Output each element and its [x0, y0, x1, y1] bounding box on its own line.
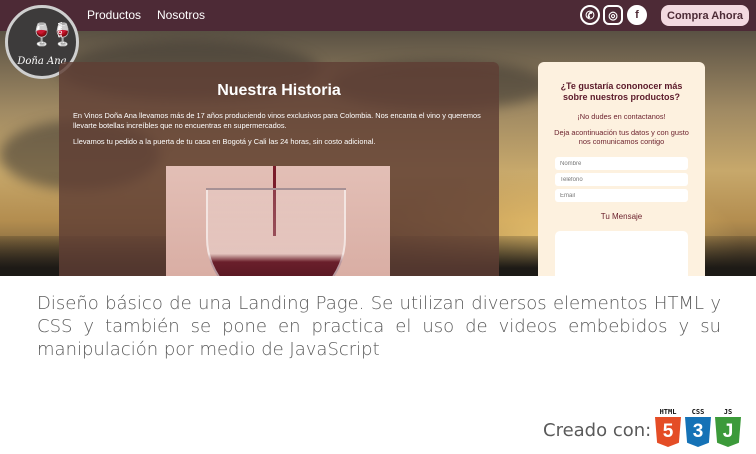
whatsapp-icon[interactable]: ✆: [580, 5, 600, 25]
message-label: Tu Mensaje: [600, 212, 643, 221]
form-title: ¿Te gustaría cononocer más sobre nuestro…: [560, 81, 683, 102]
name-field[interactable]: [555, 157, 688, 170]
phone-field[interactable]: [555, 173, 688, 186]
form-instructions: Deja acontinuación tus datos y con gusto…: [554, 128, 689, 146]
email-field[interactable]: [555, 189, 688, 202]
contact-form: ¿Te gustaría cononocer más sobre nuestro…: [538, 62, 705, 276]
nav-link-productos[interactable]: Productos: [87, 8, 141, 22]
message-field[interactable]: [555, 231, 688, 276]
javascript-icon: JS J: [714, 408, 742, 447]
tech-label: JS: [723, 408, 733, 416]
embedded-video[interactable]: [166, 166, 390, 276]
form-subtitle: ¡No dudes en contactanos!: [577, 112, 666, 121]
history-title: Nuestra Historia: [217, 82, 341, 99]
tech-label: HTML: [659, 408, 677, 416]
created-with-label: Creado con:: [543, 420, 652, 441]
nav-link-nosotros[interactable]: Nosotros: [157, 8, 205, 22]
tech-shield: 5: [655, 417, 681, 447]
wine-glass-image: [206, 188, 346, 276]
buy-now-button[interactable]: Compra Ahora: [661, 5, 749, 26]
instagram-icon[interactable]: ◎: [603, 5, 623, 25]
wine-glasses-icon: 🍷🍷: [28, 22, 77, 47]
tech-shield: J: [715, 417, 741, 447]
tech-shield: 3: [685, 417, 711, 447]
landing-page-screenshot: Productos Nosotros ✆ ◎ f Compra Ahora 🍷🍷…: [0, 0, 756, 276]
history-section: Nuestra Historia En Vinos Doña Ana lleva…: [59, 62, 499, 276]
history-paragraph: En Vinos Doña Ana llevamos más de 17 año…: [73, 111, 481, 130]
navbar: Productos Nosotros ✆ ◎ f Compra Ahora: [0, 0, 756, 31]
facebook-icon[interactable]: f: [627, 5, 647, 25]
history-paragraph: Llevamos tu pedido a la puerta de tu cas…: [73, 137, 376, 146]
logo-top-text: VINOS: [56, 22, 62, 38]
project-description: Diseño básico de una Landing Page. Se ut…: [37, 293, 721, 360]
css3-icon: CSS 3: [684, 408, 712, 447]
html5-icon: HTML 5: [654, 408, 682, 447]
tech-label: CSS: [691, 408, 705, 416]
